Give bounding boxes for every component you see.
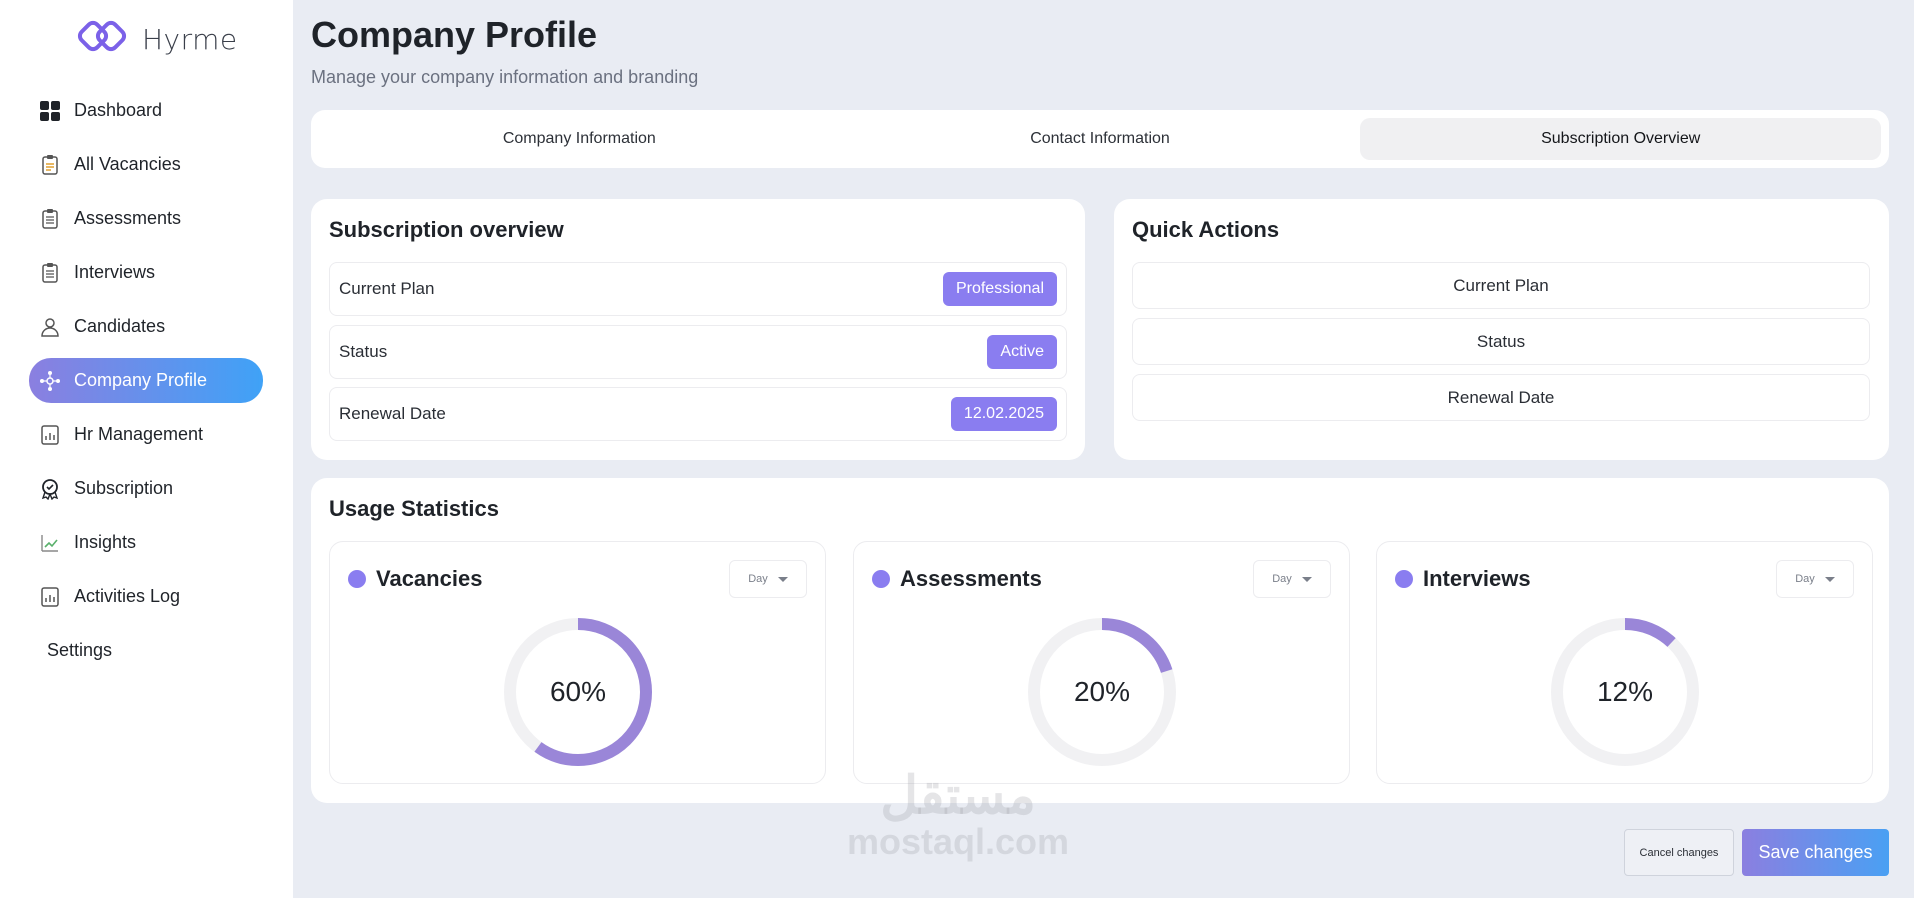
period-dropdown[interactable]: Day bbox=[1253, 560, 1331, 598]
status-button[interactable]: Status bbox=[1132, 318, 1870, 365]
sidebar-item-label: Candidates bbox=[74, 316, 166, 336]
brand[interactable]: Hyrme bbox=[76, 11, 238, 68]
user-icon bbox=[38, 315, 62, 339]
clipboard-list-icon bbox=[38, 207, 62, 231]
card-title: Quick Actions bbox=[1132, 217, 1280, 242]
network-icon bbox=[38, 369, 62, 393]
renewal-date-button[interactable]: Renewal Date bbox=[1132, 374, 1870, 421]
logo-icon bbox=[76, 11, 128, 68]
stat-header: Vacancies bbox=[348, 566, 482, 592]
sidebar-nav: Dashboard All Vacancies Assessments Inte… bbox=[29, 88, 263, 682]
row-label: Renewal Date bbox=[339, 404, 446, 423]
row-label: Current Plan bbox=[339, 279, 435, 298]
log-icon bbox=[38, 585, 62, 609]
stat-label: Interviews bbox=[1423, 566, 1531, 591]
sidebar-item-label: Interviews bbox=[74, 262, 156, 282]
period-dropdown[interactable]: Day bbox=[729, 560, 807, 598]
chevron-down-icon bbox=[1824, 576, 1835, 582]
sidebar-item-label: Subscription bbox=[74, 478, 174, 498]
tab-company-information[interactable]: Company Information bbox=[319, 118, 840, 160]
period-value: Day bbox=[748, 573, 768, 585]
calendar-list-icon bbox=[38, 261, 62, 285]
sidebar-item-candidates[interactable]: Candidates bbox=[29, 304, 263, 349]
watermark-latin: mostaql.com bbox=[846, 821, 1070, 862]
sidebar-item-label: All Vacancies bbox=[74, 154, 181, 174]
watermark: مستقل mostaql.com bbox=[838, 768, 1078, 860]
stat-header: Assessments bbox=[872, 566, 1042, 592]
renewal-date-row: Renewal Date 12.02.2025 bbox=[329, 387, 1067, 441]
badge-icon bbox=[38, 477, 62, 501]
row-label: Status bbox=[339, 342, 388, 361]
sidebar: Hyrme Dashboard All Vacancies Assessment… bbox=[0, 0, 293, 898]
cancel-changes-button[interactable]: Cancel changes bbox=[1624, 829, 1734, 876]
sidebar-item-label: Insights bbox=[74, 532, 137, 552]
save-changes-button[interactable]: Save changes bbox=[1742, 829, 1889, 876]
chart-icon bbox=[38, 531, 62, 555]
subscription-overview-card: Subscription overview Current Plan Profe… bbox=[311, 199, 1085, 460]
report-icon bbox=[38, 423, 62, 447]
sidebar-item-all-vacancies[interactable]: All Vacancies bbox=[29, 142, 263, 187]
sidebar-item-label: Activities Log bbox=[74, 586, 181, 606]
period-dropdown[interactable]: Day bbox=[1776, 560, 1854, 598]
renewal-date-badge: 12.02.2025 bbox=[950, 397, 1057, 431]
stat-interviews: Interviews Day 12% bbox=[1376, 541, 1873, 784]
card-title: Usage Statistics bbox=[329, 496, 499, 521]
legend-dot bbox=[1395, 570, 1413, 588]
page-title: Company Profile bbox=[311, 14, 598, 55]
period-value: Day bbox=[1795, 573, 1815, 585]
brand-name: Hyrme bbox=[142, 23, 238, 56]
status-badge: Active bbox=[987, 335, 1057, 369]
stat-header: Interviews bbox=[1395, 566, 1531, 592]
sidebar-item-label: Hr Management bbox=[74, 424, 204, 444]
current-plan-row: Current Plan Professional bbox=[329, 262, 1067, 316]
chevron-down-icon bbox=[777, 576, 788, 582]
sidebar-item-dashboard[interactable]: Dashboard bbox=[29, 88, 263, 133]
watermark-arabic: مستقل bbox=[880, 767, 1036, 825]
tab-subscription-overview[interactable]: Subscription Overview bbox=[1360, 118, 1882, 160]
current-plan-button[interactable]: Current Plan bbox=[1132, 262, 1870, 309]
sidebar-item-settings[interactable]: Settings bbox=[29, 628, 263, 673]
grid-icon bbox=[38, 99, 62, 123]
sidebar-item-hr-management[interactable]: Hr Management bbox=[29, 412, 263, 457]
sidebar-item-label: Settings bbox=[47, 640, 113, 660]
clipboard-icon bbox=[38, 153, 62, 177]
sidebar-item-interviews[interactable]: Interviews bbox=[29, 250, 263, 295]
tab-bar: Company Information Contact Information … bbox=[311, 110, 1889, 168]
plan-badge: Professional bbox=[942, 272, 1057, 306]
sidebar-item-assessments[interactable]: Assessments bbox=[29, 196, 263, 241]
sidebar-item-label: Company Profile bbox=[74, 370, 208, 390]
sidebar-item-label: Assessments bbox=[74, 208, 182, 228]
sidebar-item-label: Dashboard bbox=[74, 100, 163, 120]
chevron-down-icon bbox=[1301, 576, 1312, 582]
period-value: Day bbox=[1272, 573, 1292, 585]
sidebar-item-activities-log[interactable]: Activities Log bbox=[29, 574, 263, 619]
stat-vacancies: Vacancies Day 60% bbox=[329, 541, 826, 784]
quick-actions-card: Quick Actions Current Plan Status Renewa… bbox=[1114, 199, 1889, 460]
card-title: Subscription overview bbox=[329, 217, 564, 242]
stat-label: Assessments bbox=[900, 566, 1042, 591]
status-row: Status Active bbox=[329, 325, 1067, 379]
usage-statistics-card: Usage Statistics Vacancies Day 60% Asses… bbox=[311, 478, 1889, 803]
legend-dot bbox=[348, 570, 366, 588]
percent-value: 60% bbox=[549, 676, 607, 707]
percent-value: 20% bbox=[1073, 676, 1131, 707]
sidebar-item-company-profile[interactable]: Company Profile bbox=[29, 358, 263, 403]
page-subtitle: Manage your company information and bran… bbox=[311, 67, 699, 87]
sidebar-item-insights[interactable]: Insights bbox=[29, 520, 263, 565]
percent-value: 12% bbox=[1596, 676, 1654, 707]
stat-assessments: Assessments Day 20% bbox=[853, 541, 1350, 784]
legend-dot bbox=[872, 570, 890, 588]
sidebar-item-subscription[interactable]: Subscription bbox=[29, 466, 263, 511]
tab-contact-information[interactable]: Contact Information bbox=[840, 118, 1361, 160]
stat-label: Vacancies bbox=[376, 566, 483, 591]
